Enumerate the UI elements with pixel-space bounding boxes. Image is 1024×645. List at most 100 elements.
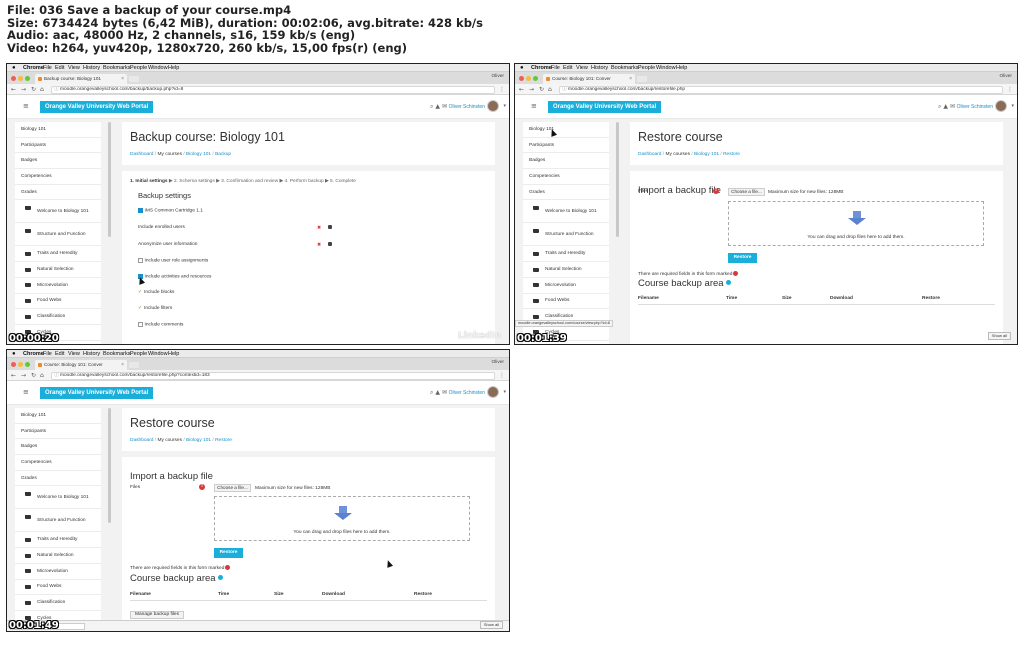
checkbox[interactable] [138,322,143,327]
menu-help[interactable]: Help [168,350,179,358]
maximize-window-icon[interactable] [533,76,538,81]
site-brand[interactable]: Orange Valley University Web Portal [40,387,154,399]
url-input[interactable]: ⓘ moodle.orangevalleyschool.com/backup/b… [51,85,495,94]
new-tab-button[interactable] [129,362,139,368]
maximize-window-icon[interactable] [25,76,30,81]
close-window-icon[interactable] [11,76,16,81]
menu-view[interactable]: View [68,64,80,72]
user-name[interactable]: Oliver Schinsten [449,390,485,396]
menu-edit[interactable]: Edit [55,64,64,72]
show-all-downloads-button[interactable]: Show all [987,332,1011,340]
sidebar-item[interactable]: Food Webs [523,294,609,310]
menu-bookmarks[interactable]: Bookmarks [103,64,131,72]
profile-name[interactable]: Oliver [999,74,1012,79]
menu-window[interactable]: Window [148,64,168,72]
setting-ims-cartridge[interactable]: IMS Common Cartridge 1.1 [138,208,203,214]
menu-window[interactable]: Window [148,350,168,358]
menu-history[interactable]: History [83,64,100,72]
breadcrumb-item[interactable]: Biology 101 [694,152,719,157]
sidebar-item[interactable]: Badges [15,439,101,456]
sidebar-item[interactable]: Classification [15,309,101,325]
url-input[interactable]: ⓘ moodle.orangevalleyschool.com/backup/r… [51,371,495,380]
menu-window[interactable]: Window [656,64,676,72]
sidebar-item[interactable]: Grades [523,185,609,201]
hamburger-icon[interactable]: ≡ [531,102,537,110]
menu-file[interactable]: File [551,64,560,72]
sidebar-item[interactable]: Welcome to Biology 101 [15,200,101,224]
menu-edit[interactable]: Edit [55,350,64,358]
sidebar-item[interactable]: Badges [15,153,101,170]
hamburger-icon[interactable]: ≡ [23,388,29,396]
new-tab-button[interactable] [637,76,647,82]
breadcrumb-item[interactable]: My courses [157,152,182,157]
sidebar-item[interactable]: Competencies [15,455,101,471]
sidebar-item[interactable]: Traits and Heredity [523,246,609,263]
url-input[interactable]: ⓘ moodle.orangevalleyschool.com/backup/r… [559,85,1003,94]
back-icon[interactable]: ← [11,85,16,94]
choose-file-button[interactable]: Choose a file... [214,484,251,492]
info-icon[interactable]: ⓘ [562,87,567,93]
menu-file[interactable]: File [43,64,52,72]
apple-icon[interactable]: ● [12,350,16,358]
menu-chrome[interactable]: Chrome [23,64,44,72]
sidebar-item[interactable]: Participants [523,138,609,154]
reload-icon[interactable]: ↻ [31,85,36,94]
checkbox[interactable] [138,208,143,213]
new-tab-button[interactable] [129,76,139,82]
sidebar-item[interactable]: Biology 101 [15,408,101,424]
menu-people[interactable]: People [638,64,655,72]
forward-icon[interactable]: → [21,85,26,94]
help-icon[interactable] [217,575,223,580]
breadcrumb-item[interactable]: Biology 101 [186,438,211,443]
forward-icon[interactable]: → [529,85,534,94]
notification-bell-icon[interactable]: ▲ [435,389,442,396]
choose-file-button[interactable]: Choose a file... [728,188,765,196]
sidebar-item[interactable]: Participants [15,138,101,154]
sidebar-item[interactable]: Grades [15,185,101,201]
reload-icon[interactable]: ↻ [539,85,544,94]
user-name[interactable]: Oliver Schinsten [957,104,993,110]
sidebar-item[interactable]: Structure and Function [523,223,609,247]
avatar[interactable] [487,386,499,398]
avatar[interactable] [487,100,499,112]
site-brand[interactable]: Orange Valley University Web Portal [40,101,154,113]
sidebar-item[interactable]: Traits and Heredity [15,246,101,263]
minimize-window-icon[interactable] [18,362,23,367]
help-icon[interactable] [725,280,731,285]
show-all-downloads-button[interactable]: Show all [479,621,503,629]
chevron-down-icon[interactable]: ▾ [503,103,506,109]
sidebar-item[interactable]: Structure and Function [15,223,101,247]
sidebar-scrollbar[interactable] [108,408,111,523]
info-icon[interactable]: ⓘ [54,373,59,379]
setting-activities[interactable]: Include activities and resources [138,274,211,280]
home-icon[interactable]: ⌂ [40,371,44,380]
minimize-window-icon[interactable] [526,76,531,81]
breadcrumb-item[interactable]: Restore [723,152,740,157]
chevron-down-icon[interactable]: ▾ [1011,103,1014,109]
manage-backup-files-button[interactable]: Manage backup files [130,611,184,619]
menu-bookmarks[interactable]: Bookmarks [103,350,131,358]
apple-icon[interactable]: ● [520,64,524,72]
sidebar-item[interactable]: Natural Selection [15,548,101,564]
avatar[interactable] [995,100,1007,112]
back-icon[interactable]: ← [11,371,16,380]
menu-people[interactable]: People [130,64,147,72]
sidebar-item[interactable]: Biology 101 [523,122,609,138]
sidebar-item[interactable]: Microevolution [15,278,101,294]
back-icon[interactable]: ← [519,85,524,94]
chevron-down-icon[interactable]: ▾ [503,389,506,395]
sidebar-scrollbar[interactable] [108,122,111,237]
sidebar-item[interactable]: Natural Selection [523,262,609,278]
notification-bell-icon[interactable]: ▲ [943,103,950,110]
notification-bell-icon[interactable]: ▲ [435,103,442,110]
file-drop-zone[interactable]: You can drag and drop files here to add … [214,496,470,541]
check-icon[interactable]: ✓ [138,290,142,295]
menu-chrome[interactable]: Chrome [23,350,44,358]
menu-people[interactable]: People [130,350,147,358]
menu-file[interactable]: File [43,350,52,358]
menu-history[interactable]: History [591,64,608,72]
browser-tab[interactable]: Backup course: Biology 101 × [35,74,127,84]
profile-name[interactable]: Oliver [491,74,504,79]
sidebar-item[interactable]: Biology 101 [15,122,101,138]
apple-icon[interactable]: ● [12,64,16,72]
